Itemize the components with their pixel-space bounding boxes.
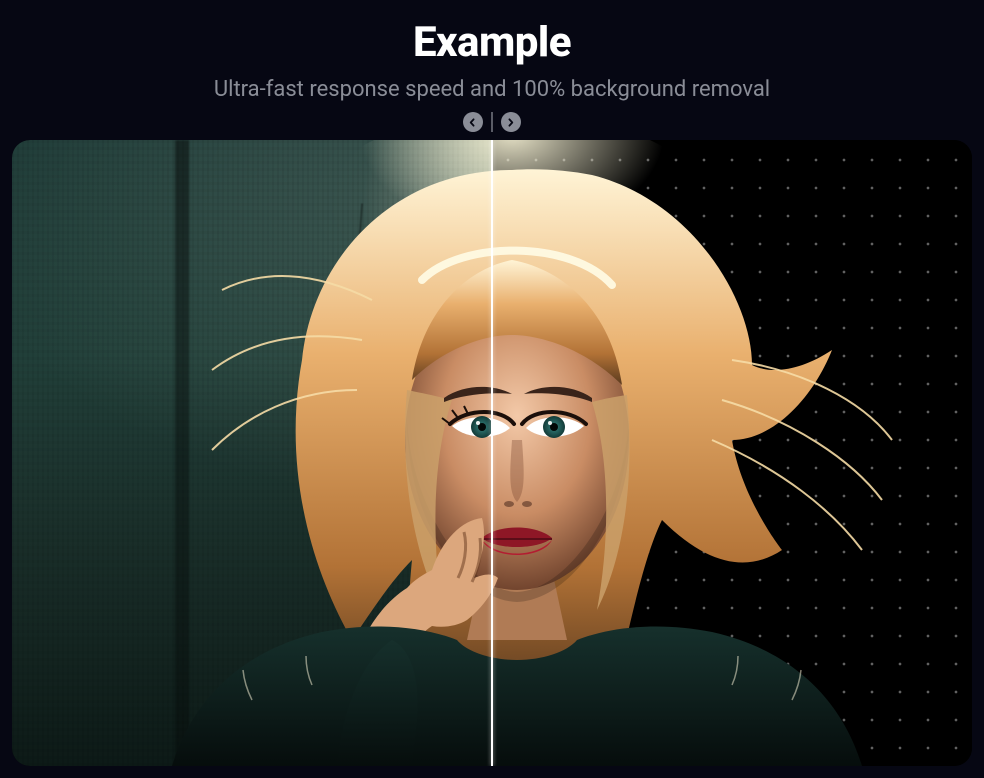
nav-divider — [491, 112, 493, 132]
chevron-left-icon — [468, 118, 477, 127]
before-after-comparison[interactable] — [12, 140, 972, 766]
page-title: Example — [214, 18, 770, 67]
example-nav — [214, 112, 770, 132]
page-subtitle: Ultra-fast response speed and 100% backg… — [214, 77, 770, 102]
chevron-right-icon — [506, 118, 515, 127]
prev-example-button[interactable] — [463, 112, 483, 132]
next-example-button[interactable] — [501, 112, 521, 132]
comparison-slider[interactable] — [491, 140, 493, 766]
